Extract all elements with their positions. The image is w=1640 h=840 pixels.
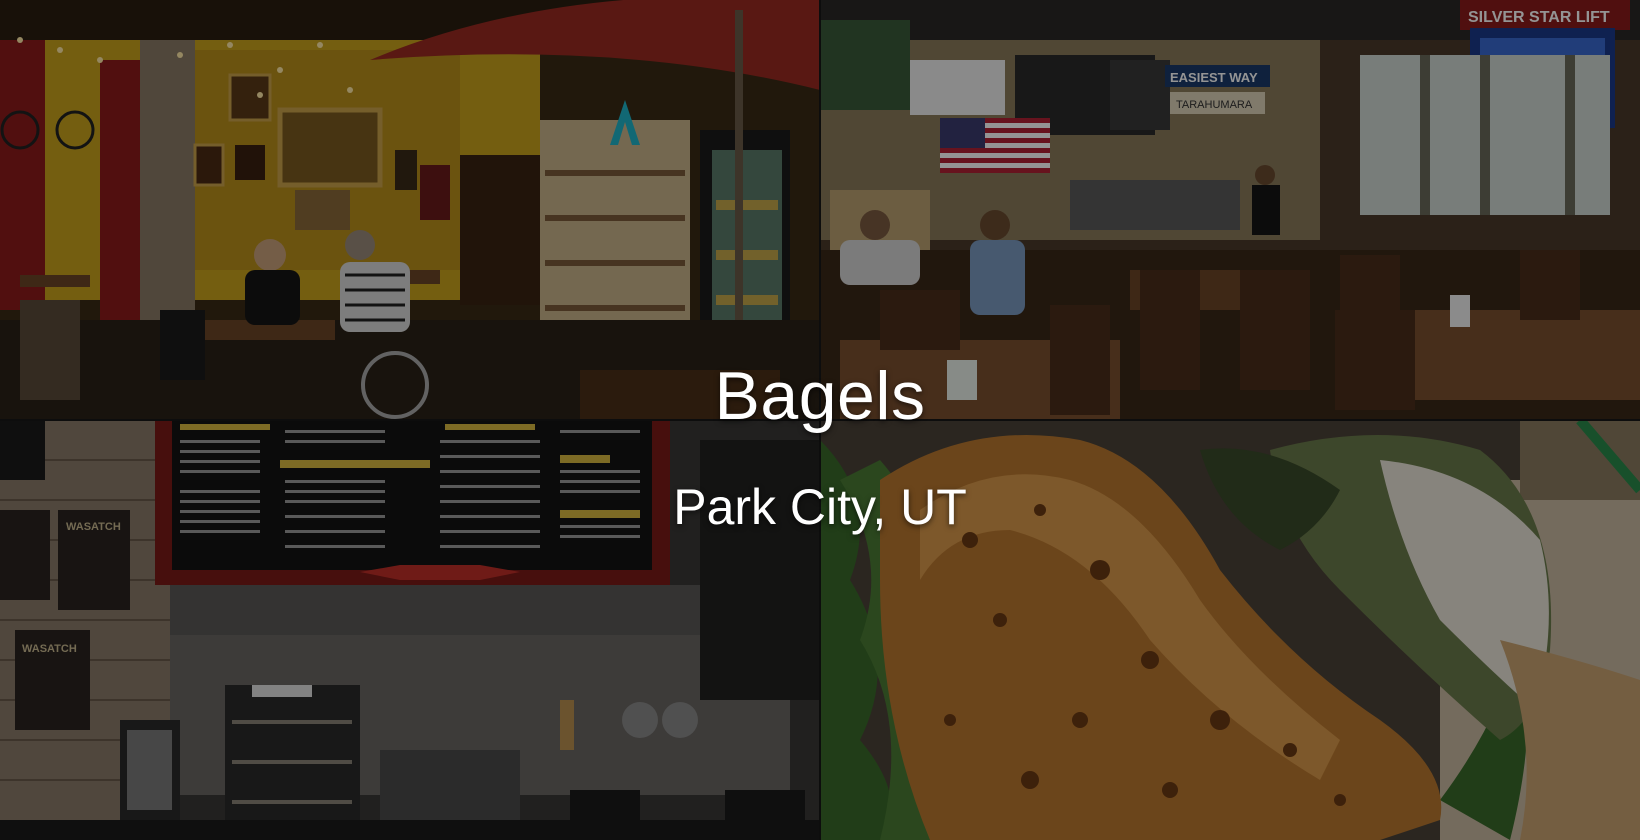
page-title: Bagels	[714, 358, 926, 434]
svg-text:TARAHUMARA: TARAHUMARA	[1176, 99, 1253, 111]
cafe-interior-photo	[0, 0, 820, 420]
photo-collage: EASIEST WAY TARAHUMARA SILVER STAR LIFT	[0, 0, 1640, 840]
dining-room-photo: EASIEST WAY TARAHUMARA SILVER STAR LIFT	[820, 0, 1640, 420]
location-subtitle: Park City, UT	[673, 479, 967, 535]
svg-text:SILVER STAR LIFT: SILVER STAR LIFT	[1468, 9, 1610, 26]
svg-text:WASATCH: WASATCH	[22, 643, 77, 655]
hero-heading: Bagels Park City, UT	[0, 362, 1640, 532]
svg-text:EASIEST WAY: EASIEST WAY	[1170, 70, 1258, 85]
